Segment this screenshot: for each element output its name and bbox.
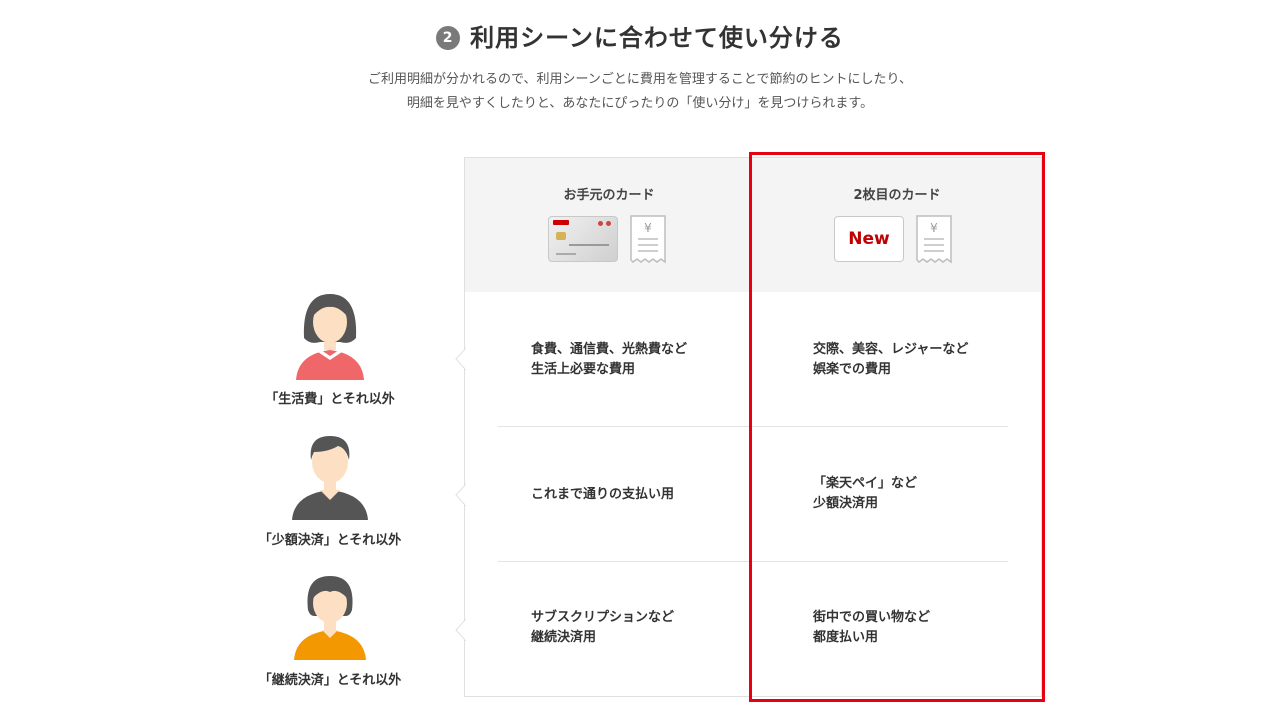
current-card-column-title: お手元のカード [563,188,655,203]
section-description: ご利用明細が分かれるので、利用シーンごとに費用を管理することで節約のヒントにした… [0,68,1280,116]
receipt-yen-symbol: ¥ [644,221,652,235]
man-avatar-icon [280,430,380,520]
speech-notch [455,348,466,370]
description-line-1: ご利用明細が分かれるので、利用シーンごとに費用を管理することで節約のヒントにした… [368,72,912,87]
row-1-current-card-usage: 食費、通信費、光熱費など 生活上必要な費用 [531,342,688,377]
speech-notch [455,619,466,641]
person-label: 「生活費」とそれ以外 [265,392,395,407]
woman-avatar-icon [280,290,380,380]
speech-notch [455,484,466,506]
person-label: 「継続決済」とそれ以外 [258,673,402,688]
section-heading: 2 利用シーンに合わせて使い分ける [0,18,1280,53]
person-label: 「少額決済」とそれ以外 [258,533,402,548]
step-number-badge: 2 [436,26,461,50]
description-line-2: 明細を見やすくしたりと、あなたにぴったりの「使い分け」を見つけられます。 [406,96,874,111]
section-title: 利用シーンに合わせて使い分ける [470,24,844,52]
row-2-current-card-usage: これまで通りの支払い用 [531,487,675,502]
receipt-icon: ¥ [629,214,667,264]
credit-card-icon [548,216,618,262]
row-3-current-card-usage: サブスクリプションなど 継続決済用 [531,610,675,645]
second-card-highlight-frame [749,152,1045,702]
person-avatar-icon [280,570,380,660]
